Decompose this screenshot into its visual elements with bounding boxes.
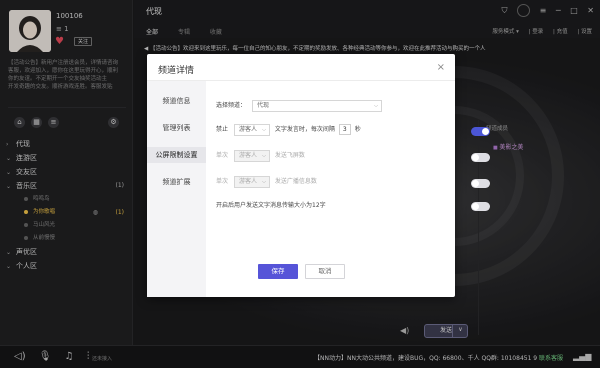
channel-select[interactable]: 代现 ⌵ [251, 99, 382, 112]
chevron-down-icon: ⌵ [262, 126, 266, 133]
fly-screen-toggle[interactable] [471, 153, 490, 162]
row-text: 文字发言时，每次间隔 [274, 126, 335, 133]
app-window: 100106 ≡ 1 ♥ 关注 【活动公告】新用户注册送会员，详情请咨询 客服，… [0, 0, 600, 368]
text-length-toggle[interactable] [471, 202, 490, 211]
save-button[interactable]: 保存 [258, 264, 298, 279]
cancel-button[interactable]: 取消 [305, 264, 345, 279]
chevron-down-icon: ⌵ [262, 152, 266, 159]
row-label: 禁止 [216, 126, 229, 133]
dialog-title: 频道详情 [158, 66, 195, 76]
select-value: 游客人 [238, 151, 257, 159]
select-value: 游客人 [238, 177, 257, 185]
select-value: 游客人 [238, 125, 257, 133]
row-text: 发送广播信息数 [274, 178, 317, 185]
dialog-nav: 频道信息 管理列表 公屏限制设置 频道扩展 [147, 81, 206, 297]
select-label: 选择频道： [216, 102, 247, 109]
fly-screen-row: 单次 游客人 ⌵ 发送飞屏数 [216, 149, 309, 163]
broadcast-row: 单次 游客人 ⌵ 发送广播信息数 [216, 175, 321, 189]
channel-select-row: 选择频道： 代现 ⌵ [216, 99, 382, 113]
interval-toggle[interactable] [471, 127, 490, 136]
role-select[interactable]: 游客人 ⌵ [233, 123, 270, 136]
row-label: 单次 [216, 178, 229, 185]
interval-input[interactable]: 3 [338, 124, 351, 135]
chevron-down-icon: ⌵ [262, 178, 266, 185]
row-text: 开启后用户发送文字消息传输大小为12字 [216, 202, 326, 209]
unit-label: 秒 [354, 126, 361, 133]
row-text: 发送飞屏数 [274, 152, 305, 159]
text-length-row: 开启后用户发送文字消息传输大小为12字 [216, 199, 326, 213]
nav-manager-list[interactable]: 管理列表 [147, 120, 206, 136]
select-value: 代现 [256, 101, 269, 109]
chevron-down-icon: ⌵ [374, 102, 378, 109]
close-icon[interactable]: × [437, 62, 445, 73]
nav-channel-info[interactable]: 频道信息 [147, 93, 206, 109]
nav-channel-extension[interactable]: 频道扩展 [147, 174, 206, 190]
role-select[interactable]: 游客人 ⌵ [233, 175, 270, 188]
row-label: 单次 [216, 152, 229, 159]
nav-public-screen-limit[interactable]: 公屏限制设置 [147, 147, 206, 163]
role-select[interactable]: 游客人 ⌵ [233, 149, 270, 162]
interval-row: 禁止 游客人 ⌵ 文字发言时，每次间隔 3 秒 [216, 123, 361, 137]
channel-details-dialog: 频道详情 × 频道信息 管理列表 公屏限制设置 频道扩展 选择频道： 代现 ⌵ 禁… [147, 54, 490, 297]
broadcast-toggle[interactable] [471, 179, 490, 188]
